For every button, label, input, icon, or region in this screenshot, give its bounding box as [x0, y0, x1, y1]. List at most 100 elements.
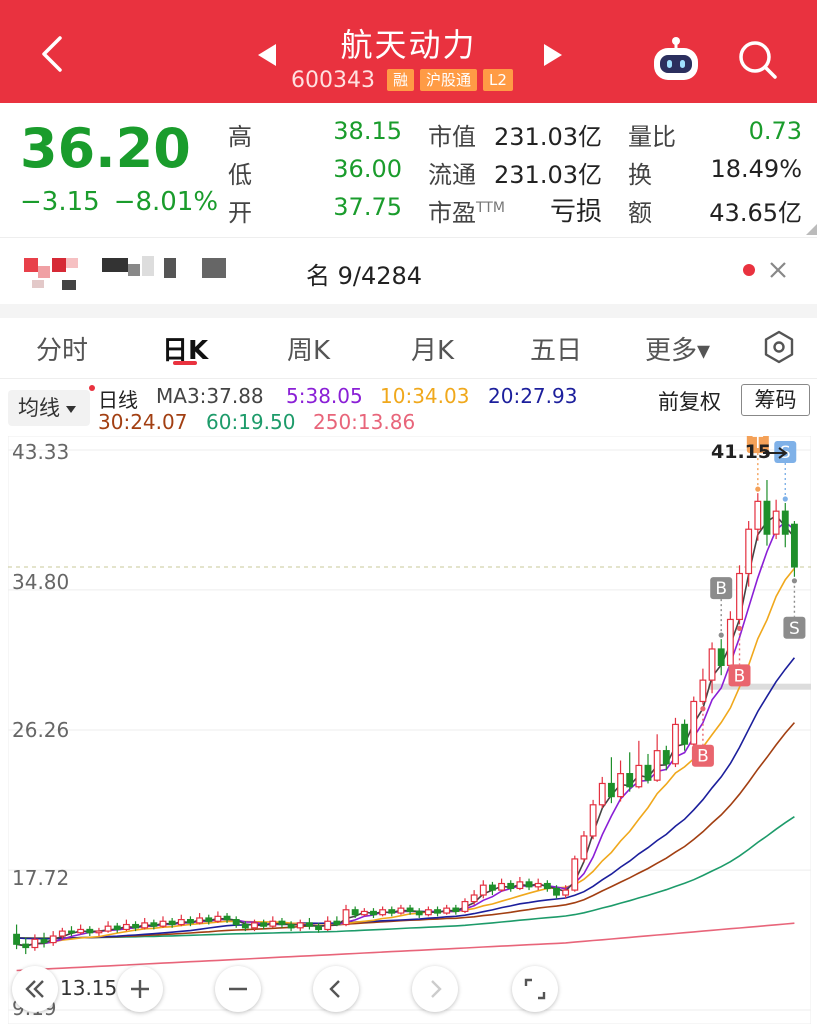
candle: [232, 916, 240, 928]
candle: [461, 898, 469, 914]
robot-icon[interactable]: [650, 36, 702, 82]
ma-selector[interactable]: 均线: [8, 390, 90, 426]
ma-line-20: [16, 657, 796, 940]
candle: [40, 932, 48, 948]
candle: [644, 753, 652, 784]
candle-body: [196, 917, 204, 924]
candle-body: [507, 882, 515, 890]
candle: [113, 922, 121, 933]
candle-body: [205, 917, 213, 922]
collapse-left-icon[interactable]: [12, 966, 58, 1012]
candle-body: [278, 920, 286, 926]
candle: [681, 719, 689, 751]
candle: [305, 917, 313, 930]
zoom-out-icon[interactable]: [215, 966, 261, 1012]
candle-body: [40, 938, 48, 944]
candle: [635, 740, 643, 789]
candle-body: [22, 943, 30, 949]
candle-body: [443, 907, 451, 914]
legend-dot: [89, 385, 95, 391]
current-price: 36.20: [20, 117, 191, 180]
tab-intraday[interactable]: 分时: [36, 330, 88, 367]
candle-body: [251, 922, 258, 929]
candle-body: [379, 909, 387, 916]
candle-body: [672, 723, 679, 765]
next-stock-icon[interactable]: [544, 44, 562, 66]
legend-ma3: MA3:37.88: [156, 384, 264, 408]
candle: [269, 916, 277, 928]
candle-body: [662, 750, 670, 765]
stat-value-mktcap: 231.03亿: [494, 123, 602, 151]
candle-body: [324, 920, 332, 931]
candle-body: [31, 938, 39, 949]
marker-letter: B: [697, 747, 709, 767]
candle: [49, 931, 57, 946]
tab-more[interactable]: 更多▾: [645, 330, 710, 367]
candle-body: [397, 907, 405, 914]
candle-body: [534, 882, 542, 888]
candle-body: [745, 528, 753, 575]
tab-weekly-k[interactable]: 周K: [287, 330, 330, 367]
candle: [415, 908, 423, 918]
high-arrow-icon: [763, 447, 788, 459]
candle-body: [470, 894, 478, 903]
legend-ma30: 30:24.07: [98, 410, 188, 434]
stat-label-amount: 额: [628, 199, 652, 227]
candle-body: [49, 935, 57, 944]
header-bar: 航天动力 600343 融 沪股通 L2: [0, 0, 817, 103]
candle-body: [260, 922, 268, 927]
candle-body: [223, 915, 231, 921]
search-icon[interactable]: [734, 36, 782, 84]
candle-body: [690, 700, 698, 745]
marker-dot: [755, 486, 761, 492]
change-percent: −8.01%: [113, 187, 219, 217]
candle: [397, 904, 405, 915]
candle: [772, 499, 780, 540]
candle: [534, 878, 542, 891]
candle: [22, 937, 30, 955]
candle-body: [525, 881, 533, 888]
marker-dot: [700, 706, 706, 712]
rank-row[interactable]: 名 9/4284: [0, 238, 817, 304]
tag-connect: 沪股通: [420, 69, 478, 91]
candle-body: [141, 922, 149, 929]
candle-body: [388, 909, 396, 914]
kline-chart[interactable]: TBBBSS: [8, 436, 811, 1024]
candle: [543, 880, 551, 892]
adjust-mode-label[interactable]: 前复权: [658, 386, 721, 416]
scroll-left-icon[interactable]: [313, 966, 359, 1012]
settings-hexagon-icon[interactable]: [761, 329, 797, 365]
candle-body: [351, 909, 359, 916]
candle: [333, 916, 341, 927]
y-tick-2: 34.80: [12, 570, 70, 594]
legend-ma250: 250:13.86: [313, 410, 416, 434]
candle: [424, 906, 432, 917]
chip-distribution-button[interactable]: 筹码: [741, 384, 810, 416]
marker-letter: B: [734, 666, 746, 686]
marker-dot: [718, 632, 724, 638]
zoom-in-icon[interactable]: [117, 966, 163, 1012]
candle-body: [13, 933, 21, 945]
scroll-right-icon[interactable]: [412, 966, 458, 1012]
legend-ma20: 20:27.93: [488, 384, 578, 408]
legend-ma60: 60:19.50: [206, 410, 296, 434]
candle: [379, 906, 387, 917]
stat-label-pe: 市盈TTM: [428, 193, 505, 228]
stat-value-turnover: 18.49%: [710, 155, 802, 183]
candle-body: [360, 910, 368, 916]
candle-body: [95, 930, 103, 934]
close-icon[interactable]: [768, 260, 788, 280]
trade-markers: TBBBSS: [691, 436, 806, 767]
fullscreen-icon[interactable]: [512, 966, 558, 1012]
candle: [507, 880, 515, 892]
candle: [516, 876, 524, 891]
tab-monthly-k[interactable]: 月K: [411, 330, 454, 367]
marker-dot: [782, 496, 788, 502]
candle-body: [681, 723, 689, 745]
prev-stock-icon[interactable]: [258, 44, 276, 66]
candle: [781, 502, 789, 548]
candle-body: [726, 618, 734, 666]
candle-body: [699, 679, 707, 703]
candle: [754, 493, 762, 541]
tab-five-day[interactable]: 五日: [530, 330, 582, 367]
